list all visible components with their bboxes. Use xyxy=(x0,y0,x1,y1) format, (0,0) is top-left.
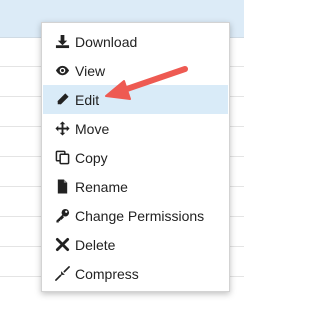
compress-icon xyxy=(54,266,70,282)
copy-icon xyxy=(54,150,70,166)
menu-item-view[interactable]: View xyxy=(43,56,228,85)
menu-item-label: Delete xyxy=(75,236,116,253)
menu-item-label: View xyxy=(75,62,106,79)
menu-item-label: Move xyxy=(75,120,110,137)
menu-item-label: Compress xyxy=(75,265,139,282)
menu-item-delete[interactable]: Delete xyxy=(43,230,228,259)
key-icon xyxy=(54,208,70,224)
pencil-icon xyxy=(54,92,70,108)
file-icon xyxy=(54,179,70,195)
menu-item-edit[interactable]: Edit xyxy=(43,85,228,114)
menu-item-label: Edit xyxy=(75,91,100,108)
menu-item-download[interactable]: Download xyxy=(43,27,228,56)
move-arrows-icon xyxy=(54,121,70,137)
menu-item-rename[interactable]: Rename xyxy=(43,172,228,201)
menu-item-move[interactable]: Move xyxy=(43,114,228,143)
eye-icon xyxy=(54,63,70,79)
context-menu: Download View Edit Move Copy Rename Chan… xyxy=(41,22,230,292)
menu-item-copy[interactable]: Copy xyxy=(43,143,228,172)
menu-item-compress[interactable]: Compress xyxy=(43,259,228,288)
menu-item-label: Download xyxy=(75,33,138,50)
menu-item-label: Change Permissions xyxy=(75,207,205,224)
menu-item-label: Copy xyxy=(75,149,108,166)
x-icon xyxy=(54,237,70,253)
download-icon xyxy=(54,34,70,50)
menu-item-change-permissions[interactable]: Change Permissions xyxy=(43,201,228,230)
menu-item-label: Rename xyxy=(75,178,128,195)
